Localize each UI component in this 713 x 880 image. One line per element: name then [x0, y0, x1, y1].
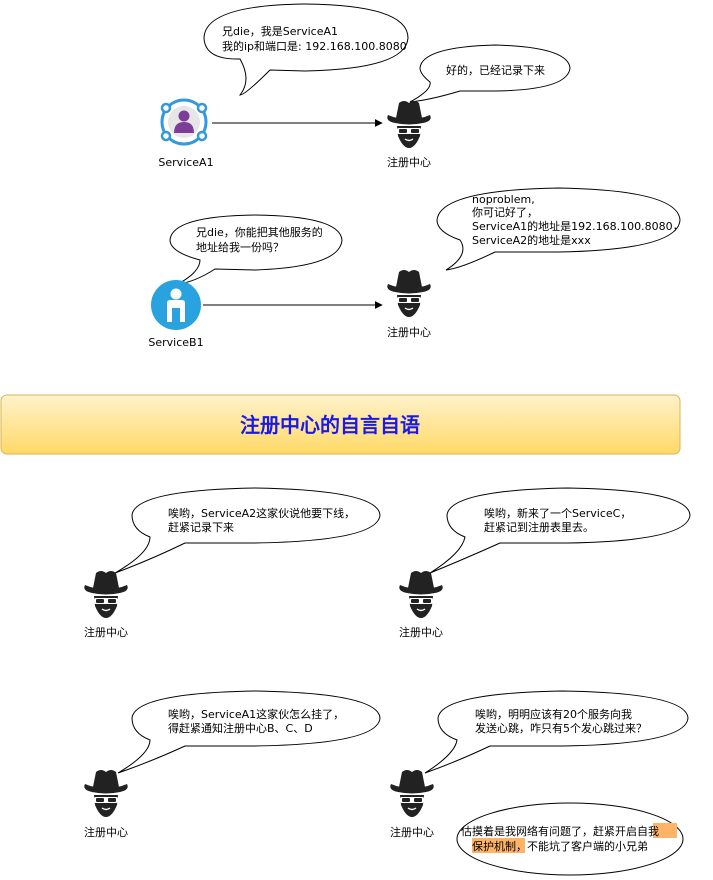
svg-text:估摸着是我网络有问题了，赶紧开启自我: 估摸着是我网络有问题了，赶紧开启自我	[461, 824, 659, 838]
bubble-protect-highlight-2: 保护机制	[472, 839, 516, 853]
bubble-b1-reply-line-4: ServiceA2的地址是xxx	[472, 233, 591, 247]
service-a1-label: ServiceA1	[158, 156, 213, 169]
bubble-a1-register-line-1: 兄die，我是ServiceA1	[222, 25, 338, 38]
bubble-a1-reply: 好的，已经记录下来	[409, 44, 571, 103]
bubble-protect-text-post: ，不能坑了客户端的小兄弟	[516, 839, 648, 853]
bubble-a1-register: 兄die，我是ServiceA1 我的ip和端口是: 192.168.100.8…	[203, 3, 409, 96]
bubble-b1-reply: noproblem, 你可记好了， ServiceA1的地址是192.168.1…	[436, 187, 684, 271]
bubble-b1-request: 兄die，你能把其他服务的 地址给我一份吗？	[169, 214, 343, 285]
registry-icon-4	[398, 570, 444, 619]
bubble-offline: 唉哟，ServiceA2这家伙说他要下线， 赶紧记录下来	[114, 487, 381, 574]
bubble-down-line-1: 唉哟，ServiceA1这家伙怎么挂了，	[168, 707, 344, 721]
registry-icon-1	[386, 100, 432, 149]
registry-icon-5	[83, 769, 129, 818]
bubble-new-service: 唉哟，新来了一个ServiceC， 赶紧记到注册表里去。	[429, 487, 691, 574]
bubble-heartbeat: 唉哟，明明应该有20个服务向我 发送心跳，咋只有5个发心跳过来？	[424, 690, 689, 774]
registry-label-3: 注册中心	[84, 625, 128, 639]
registry-label-2: 注册中心	[387, 325, 431, 339]
bubble-protect-highlight-1: 自我	[637, 825, 659, 838]
registry-icon-6	[389, 769, 435, 818]
bubble-protect-text-pre: 估摸着是我网络有问题了，赶紧开启	[461, 824, 637, 838]
registry-label-4: 注册中心	[399, 625, 443, 639]
registry-label-1: 注册中心	[387, 155, 431, 169]
bubble-heartbeat-line-2: 发送心跳，咋只有5个发心跳过来？	[475, 721, 647, 735]
banner-title: 注册中心的自言自语	[240, 413, 420, 437]
bubble-b1-request-line-1: 兄die，你能把其他服务的	[196, 225, 323, 239]
bubble-heartbeat-line-1: 唉哟，明明应该有20个服务向我	[475, 707, 632, 721]
bubble-b1-reply-line-1: noproblem,	[472, 193, 535, 206]
bubble-down: 唉哟，ServiceA1这家伙怎么挂了， 得赶紧通知注册中心B、C、D	[117, 690, 381, 774]
bubble-down-line-2: 得赶紧通知注册中心B、C、D	[168, 721, 313, 735]
bubble-offline-line-1: 唉哟，ServiceA2这家伙说他要下线，	[168, 506, 355, 520]
service-b1-icon	[151, 280, 201, 330]
registry-label-6: 注册中心	[390, 825, 434, 839]
svg-text:保护机制，不能坑了客户端的小兄弟: 保护机制，不能坑了客户端的小兄弟	[472, 839, 648, 853]
bubble-b1-reply-line-3: ServiceA1的地址是192.168.100.8080，	[472, 219, 684, 233]
service-a1-icon	[160, 98, 208, 146]
bubble-b1-request-line-2: 地址给我一份吗？	[196, 240, 284, 254]
bubble-a1-register-line-2: 我的ip和端口是: 192.168.100.8080	[222, 39, 407, 53]
bubble-b1-reply-line-2: 你可记好了，	[472, 205, 538, 219]
bubble-protect: 估摸着是我网络有问题了，赶紧开启自我 保护机制，不能坑了客户端的小兄弟	[456, 802, 684, 876]
bubble-new-service-line-2: 赶紧记到注册表里去。	[484, 520, 594, 534]
service-b1-label: ServiceB1	[148, 336, 203, 349]
registry-icon-3	[83, 570, 129, 619]
registry-icon-2	[386, 269, 432, 318]
bubble-a1-reply-line-1: 好的，已经记录下来	[446, 63, 545, 77]
bubble-offline-line-2: 赶紧记录下来	[168, 520, 234, 534]
bubble-new-service-line-1: 唉哟，新来了一个ServiceC，	[484, 506, 631, 520]
registry-label-5: 注册中心	[84, 825, 128, 839]
banner: 注册中心的自言自语	[0, 394, 681, 455]
